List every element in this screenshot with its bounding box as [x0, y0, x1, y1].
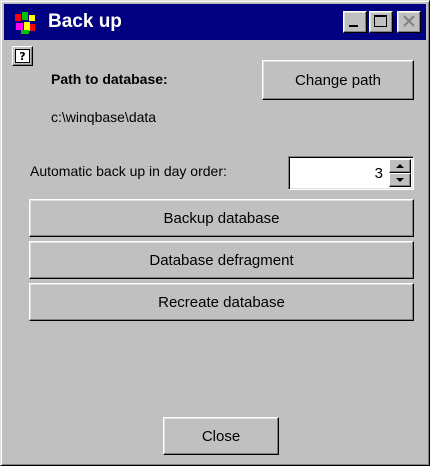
help-button[interactable]: ? — [12, 46, 33, 66]
maximize-button[interactable] — [369, 11, 393, 33]
minimize-icon — [349, 25, 358, 27]
arrow-down-icon — [396, 178, 404, 182]
recreate-database-button[interactable]: Recreate database — [29, 283, 414, 321]
window-title: Back up — [48, 11, 122, 32]
change-path-button[interactable]: Change path — [262, 60, 414, 100]
help-icon: ? — [15, 49, 30, 63]
winqbase-app-icon — [15, 12, 35, 34]
auto-backup-label: Automatic back up in day order: — [30, 163, 227, 179]
minimize-button[interactable] — [343, 11, 367, 33]
backup-database-button[interactable]: Backup database — [29, 199, 414, 237]
day-order-input[interactable] — [291, 159, 387, 187]
spin-up-button[interactable] — [389, 159, 411, 173]
close-window-button[interactable] — [397, 11, 421, 33]
spin-down-button[interactable] — [389, 173, 411, 187]
close-button[interactable]: Close — [163, 417, 279, 455]
database-defragment-button[interactable]: Database defragment — [29, 241, 414, 279]
backup-dialog: Back up ? Path to database: c:\winqbase\… — [0, 0, 430, 466]
svg-text:?: ? — [19, 50, 25, 63]
maximize-icon — [374, 15, 387, 27]
title-bar[interactable]: Back up — [4, 4, 426, 40]
path-label: Path to database: — [51, 71, 168, 87]
arrow-up-icon — [396, 164, 404, 168]
close-icon — [403, 15, 415, 27]
path-value: c:\winqbase\data — [51, 109, 157, 125]
day-order-spinner[interactable] — [288, 156, 414, 190]
